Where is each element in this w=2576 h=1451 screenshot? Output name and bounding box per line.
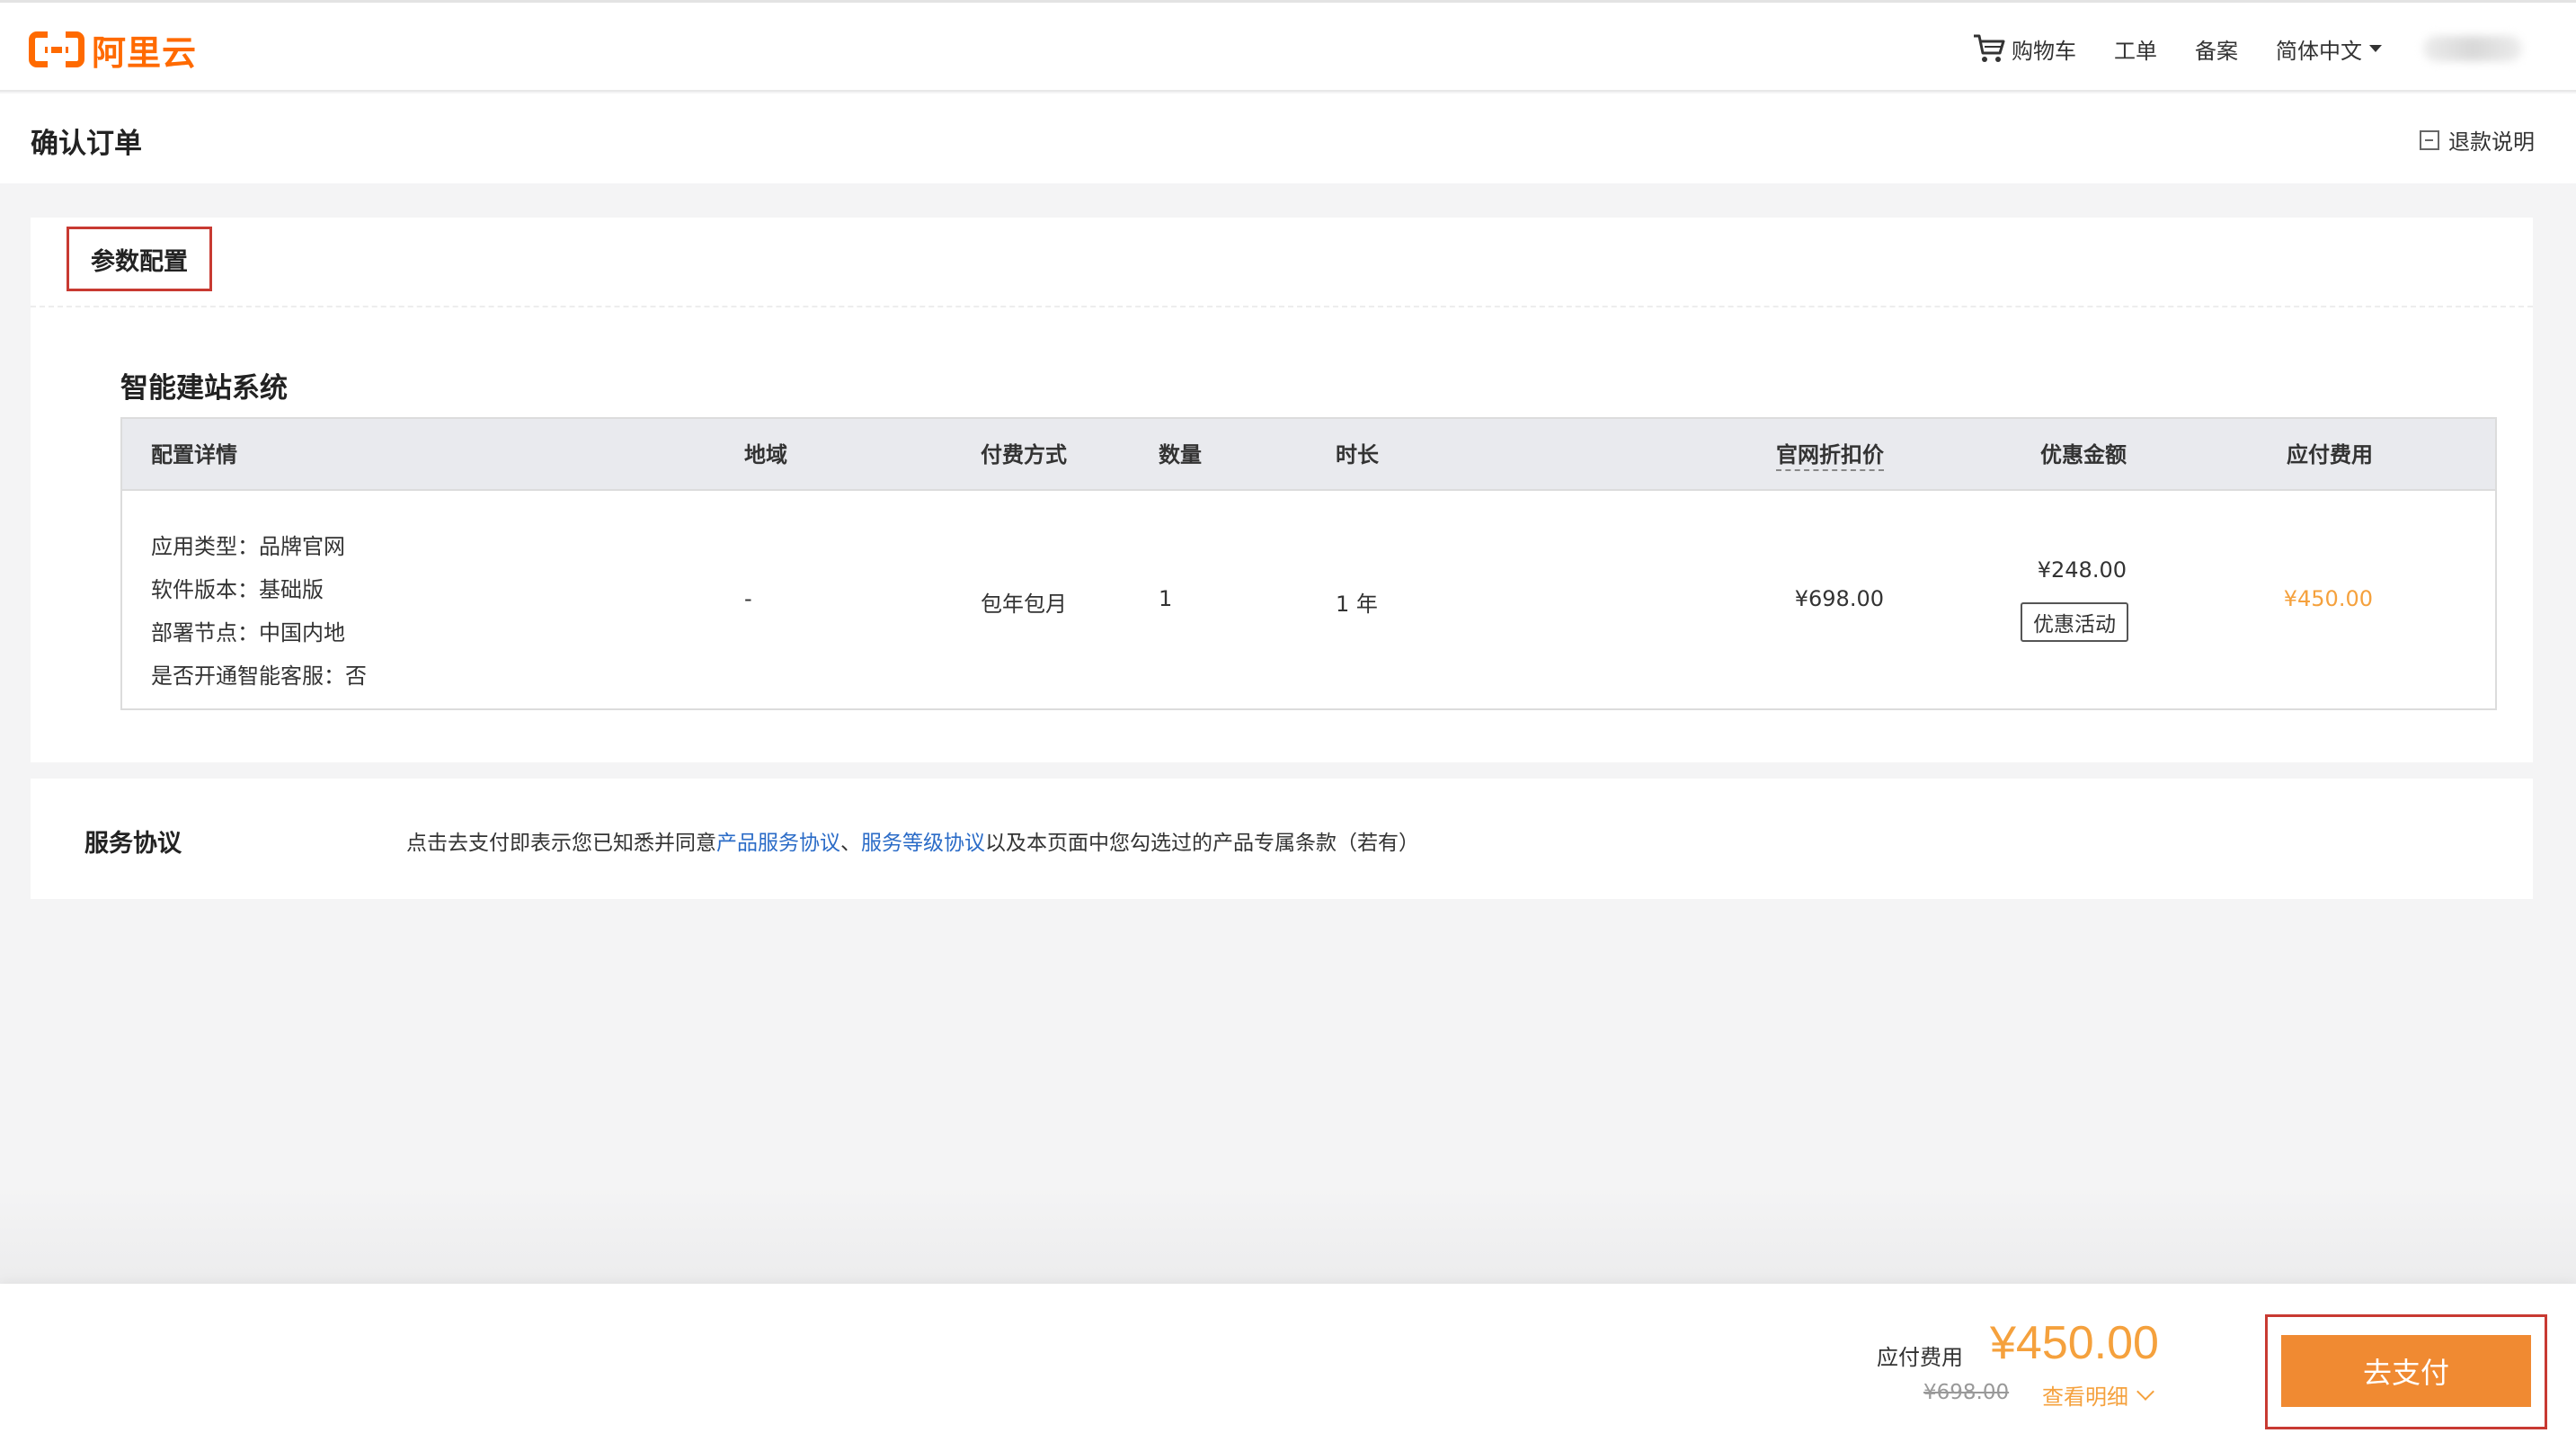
original-price: ¥698.00 — [1923, 1381, 2010, 1404]
order-table: 配置详情 地域 付费方式 数量 时长 官网折扣价 优惠金额 应付费用 应用类型：… — [120, 417, 2497, 710]
refund-label: 退款说明 — [2448, 129, 2535, 155]
agreement-separator: 、 — [840, 832, 861, 855]
agreement-prefix: 点击去支付即表示您已知悉并同意 — [406, 832, 716, 855]
total-price: ¥450.00 — [1990, 1317, 2159, 1369]
col-list-price-label: 官网折扣价 — [1776, 442, 1884, 471]
logo-text: 阿里云 — [92, 32, 198, 73]
pay-button-highlight: 去支付 — [2265, 1314, 2547, 1429]
cell-region: - — [744, 586, 752, 611]
cell-quantity: 1 — [1159, 586, 1173, 611]
refund-icon — [2420, 129, 2439, 150]
page-title: 确认订单 — [31, 128, 142, 160]
user-account-blurred[interactable] — [2423, 36, 2522, 61]
product-service-agreement-link[interactable]: 产品服务协议 — [716, 832, 840, 855]
checkout-bar: 应付费用 ¥450.00 ¥698.00 查看明细 去支付 — [0, 1284, 2576, 1451]
cell-billing: 包年包月 — [981, 592, 1067, 617]
total-label: 应付费用 — [1877, 1345, 1963, 1370]
config-card: 参数配置 智能建站系统 配置详情 地域 付费方式 数量 时长 官网折扣价 优惠金… — [31, 218, 2533, 762]
nav-cart[interactable]: 购物车 — [1972, 33, 2076, 65]
language-selector[interactable]: 简体中文 — [2276, 33, 2382, 65]
top-nav: 购物车 工单 备案 简体中文 — [1934, 3, 2522, 94]
tab-config[interactable]: 参数配置 — [67, 227, 212, 291]
pay-button[interactable]: 去支付 — [2281, 1335, 2531, 1407]
divider — [31, 306, 2533, 307]
nav-ticket[interactable]: 工单 — [2114, 33, 2157, 65]
col-discount: 优惠金额 — [2040, 442, 2127, 467]
col-quantity: 数量 — [1159, 442, 1202, 467]
view-details-label: 查看明细 — [2042, 1384, 2128, 1410]
logo-mark-icon — [29, 30, 84, 75]
service-level-agreement-link[interactable]: 服务等级协议 — [861, 832, 985, 855]
view-details-link[interactable]: 查看明细 — [2042, 1379, 2154, 1411]
cell-list-price: ¥698.00 — [1794, 586, 1884, 611]
background-fade — [0, 1187, 2576, 1286]
cell-payable: ¥450.00 — [2283, 586, 2373, 611]
discount-activity-button[interactable]: 优惠活动 — [2021, 602, 2128, 642]
product-title: 智能建站系统 — [120, 372, 288, 405]
config-version: 软件版本：基础版 — [151, 577, 324, 602]
chevron-down-icon — [2136, 1382, 2154, 1401]
page-header: 确认订单 退款说明 — [0, 93, 2576, 183]
agreement-text: 点击去支付即表示您已知悉并同意产品服务协议、服务等级协议以及本页面中您勾选过的产… — [406, 825, 1419, 856]
table-header: 配置详情 地域 付费方式 数量 时长 官网折扣价 优惠金额 应付费用 — [122, 419, 2495, 491]
agreement-title: 服务协议 — [84, 830, 182, 858]
nav-filing[interactable]: 备案 — [2195, 33, 2238, 65]
shopping-cart-icon — [1972, 33, 2006, 64]
caret-down-icon — [2369, 45, 2382, 52]
nav-cart-label: 购物车 — [2012, 38, 2076, 64]
agreement-card: 服务协议 点击去支付即表示您已知悉并同意产品服务协议、服务等级协议以及本页面中您… — [31, 779, 2533, 899]
aliyun-logo[interactable]: 阿里云 — [29, 30, 197, 75]
col-list-price[interactable]: 官网折扣价 — [1776, 419, 1884, 491]
cell-discount: ¥248.00 — [2037, 557, 2127, 583]
config-app-type: 应用类型：品牌官网 — [151, 534, 345, 559]
col-config-details: 配置详情 — [151, 442, 237, 467]
config-node: 部署节点：中国内地 — [151, 620, 345, 645]
agreement-suffix: 以及本页面中您勾选过的产品专属条款（若有） — [985, 832, 1419, 855]
col-payable: 应付费用 — [2287, 442, 2373, 467]
col-region: 地域 — [744, 442, 787, 467]
col-duration: 时长 — [1336, 442, 1379, 467]
cell-duration: 1 年 — [1336, 592, 1378, 617]
config-details: 应用类型：品牌官网 软件版本：基础版 部署节点：中国内地 是否开通智能客服：否 — [151, 534, 367, 707]
language-label: 简体中文 — [2276, 38, 2362, 64]
top-navigation-bar: 阿里云 购物车 工单 备案 简体中文 — [0, 0, 2576, 92]
refund-info-link[interactable]: 退款说明 — [2420, 124, 2535, 156]
config-ai-service: 是否开通智能客服：否 — [151, 663, 367, 689]
col-billing: 付费方式 — [981, 442, 1067, 467]
